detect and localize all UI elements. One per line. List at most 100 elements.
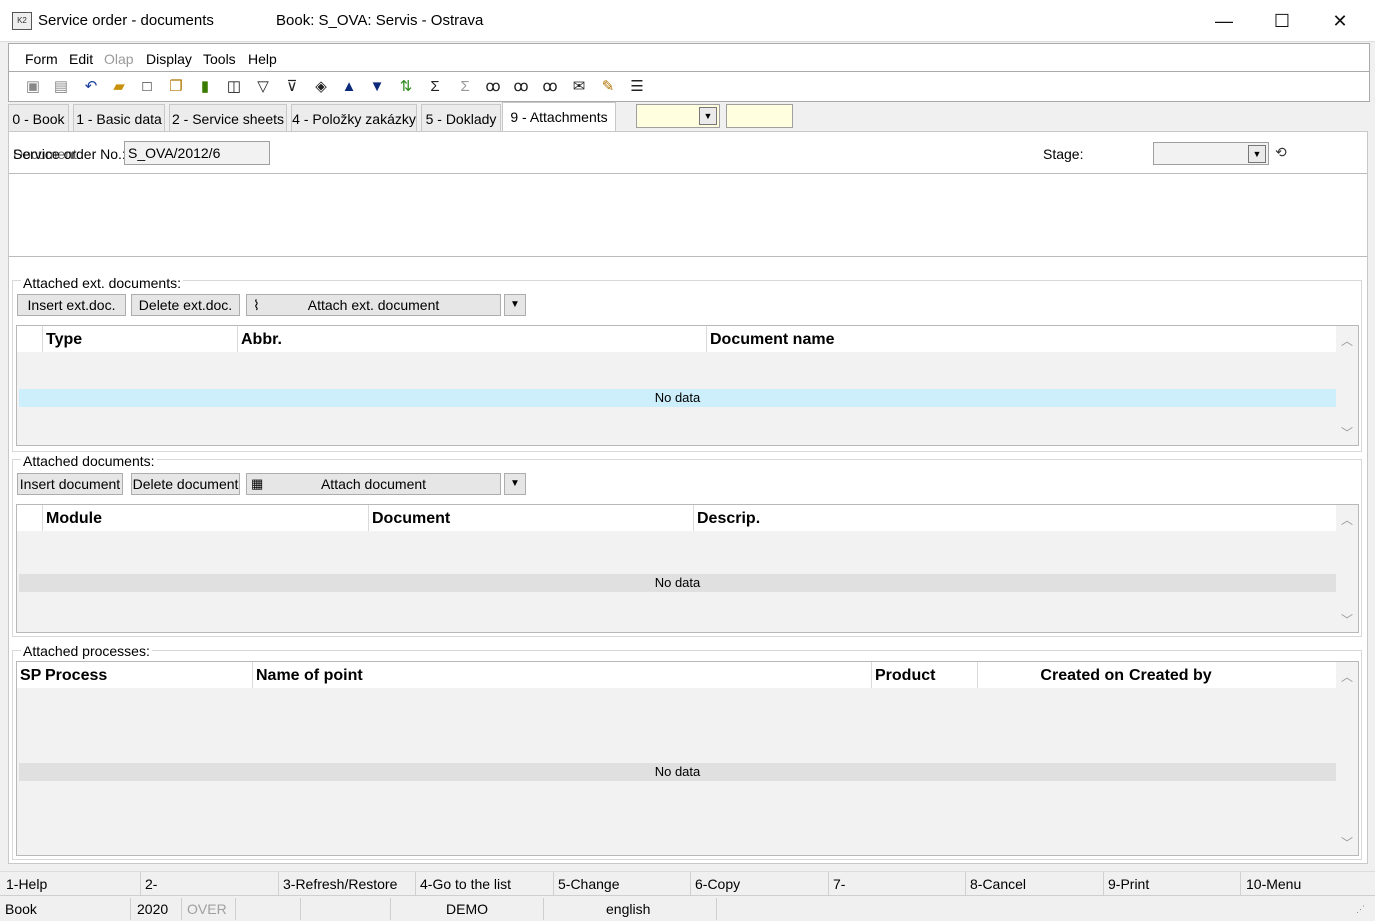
chevron-down-icon: ▼	[510, 299, 520, 310]
find-prev-icon[interactable]: ꝏ	[540, 77, 560, 97]
menu-icon[interactable]: ☰	[627, 77, 647, 97]
tab-polozky-zakazky[interactable]: 4 - Položky zakázky	[291, 104, 417, 132]
no-data-row: No data	[19, 389, 1336, 407]
lock-icon[interactable]: ▮	[195, 77, 215, 97]
period-field[interactable]	[726, 104, 793, 128]
attach-document-button[interactable]: ▦ Attach document	[246, 473, 501, 495]
f1-help[interactable]: 1-Help	[6, 876, 47, 892]
ext-docs-grid[interactable]: Type Abbr. Document name No data ︿ ﹀	[16, 325, 1359, 446]
close-button[interactable]: ✕	[1311, 0, 1369, 42]
tab-attachments[interactable]: 9 - Attachments	[502, 102, 616, 132]
tab-book[interactable]: 0 - Book	[8, 104, 69, 132]
insert-document-button[interactable]: Insert document	[17, 473, 123, 495]
new-document-icon[interactable]: □	[137, 77, 157, 97]
f7[interactable]: 7-	[833, 876, 845, 892]
chevron-down-icon[interactable]: ▼	[699, 107, 717, 125]
column-header[interactable]: Document	[368, 505, 693, 531]
arrow-down-icon[interactable]: ▼	[367, 77, 387, 97]
scroll-down-icon[interactable]: ﹀	[1341, 834, 1353, 851]
period-select[interactable]: ▼	[636, 104, 720, 128]
column-header[interactable]: Product	[871, 662, 977, 688]
find-next-icon[interactable]: ꝏ	[511, 77, 531, 97]
menu-edit[interactable]: Edit	[69, 51, 93, 67]
book-icon[interactable]: ◫	[224, 77, 244, 97]
arrow-up-icon[interactable]: ▲	[339, 77, 359, 97]
document-label-overlay: Document:	[13, 146, 81, 162]
vertical-scrollbar[interactable]: ︿ ﹀	[1336, 662, 1358, 855]
docs-grid[interactable]: Module Document Descrip. No data ︿ ﹀	[16, 504, 1359, 633]
sum-disabled-icon[interactable]: Σ	[455, 77, 475, 97]
document-number-field[interactable]: S_OVA/2012/6	[124, 141, 270, 165]
book-title: Book: S_OVA: Servis - Ostrava	[276, 12, 484, 29]
help-icon[interactable]: ⟲	[1275, 144, 1287, 161]
attach-dropdown-button[interactable]: ▼	[504, 473, 526, 495]
maximize-button[interactable]: ☐	[1253, 0, 1311, 42]
column-header[interactable]: Process	[42, 662, 252, 688]
stack-icon[interactable]: ◈	[311, 77, 331, 97]
undo-icon[interactable]: ↶	[81, 77, 101, 97]
filter-list-icon[interactable]: ⊽	[282, 77, 302, 97]
column-header[interactable]: SP	[17, 662, 42, 688]
minimize-button[interactable]: —	[1195, 0, 1253, 42]
filter-icon[interactable]: ▽	[253, 77, 273, 97]
column-header[interactable]: Descrip.	[693, 505, 1336, 531]
f8-cancel[interactable]: 8-Cancel	[970, 876, 1026, 892]
scroll-down-icon[interactable]: ﹀	[1341, 611, 1353, 628]
save-icon[interactable]: ▣	[23, 77, 43, 97]
column-header[interactable]: Created by	[1126, 662, 1336, 688]
status-module: Book	[5, 901, 37, 917]
f5-change[interactable]: 5-Change	[558, 876, 620, 892]
vertical-scrollbar[interactable]: ︿ ﹀	[1336, 505, 1358, 632]
column-header[interactable]: Name of point	[252, 662, 871, 688]
copy-icon[interactable]: ❐	[166, 77, 186, 97]
f2[interactable]: 2-	[145, 876, 157, 892]
binoculars-icon[interactable]: ꝏ	[483, 77, 503, 97]
tab-doklady[interactable]: 5 - Doklady	[421, 104, 501, 132]
menu-tools[interactable]: Tools	[203, 51, 236, 67]
menu-form[interactable]: Form	[25, 51, 58, 67]
tab-service-sheets[interactable]: 2 - Service sheets	[169, 104, 287, 132]
vertical-scrollbar[interactable]: ︿ ﹀	[1336, 326, 1358, 445]
menu-display[interactable]: Display	[146, 51, 192, 67]
stage-select[interactable]: ▼	[1153, 142, 1269, 165]
sort-icon[interactable]: ⇅	[396, 77, 416, 97]
resize-grip-icon[interactable]: ⋰	[1356, 904, 1365, 915]
chevron-down-icon[interactable]: ▼	[1248, 145, 1266, 163]
f6-copy[interactable]: 6-Copy	[695, 876, 740, 892]
save-all-icon[interactable]: ▤	[51, 77, 71, 97]
mail-icon[interactable]: ✉	[569, 77, 589, 97]
column-header[interactable]: Abbr.	[237, 326, 706, 352]
processes-title: Attached processes:	[21, 643, 152, 659]
edit-note-icon[interactable]: ✎	[598, 77, 618, 97]
tab-basic-data[interactable]: 1 - Basic data	[73, 104, 165, 132]
scroll-up-icon[interactable]: ︿	[1341, 668, 1353, 685]
f10-menu[interactable]: 10-Menu	[1246, 876, 1301, 892]
attach-ext-document-button[interactable]: ⌇ Attach ext. document	[246, 294, 501, 316]
column-header[interactable]: Created on	[977, 662, 1126, 688]
menu-help[interactable]: Help	[248, 51, 277, 67]
insert-ext-doc-button[interactable]: Insert ext.doc.	[17, 294, 126, 316]
grid-header: Type Abbr. Document name	[17, 326, 1336, 352]
divider	[415, 872, 416, 896]
f3-refresh[interactable]: 3-Refresh/Restore	[283, 876, 397, 892]
scroll-up-icon[interactable]: ︿	[1341, 511, 1353, 528]
delete-ext-doc-button[interactable]: Delete ext.doc.	[131, 294, 240, 316]
divider	[690, 872, 691, 896]
divider	[1103, 872, 1104, 896]
column-header[interactable]: Type	[42, 326, 237, 352]
f4-go-to-list[interactable]: 4-Go to the list	[420, 876, 511, 892]
attach-ext-dropdown-button[interactable]: ▼	[504, 294, 526, 316]
scroll-up-icon[interactable]: ︿	[1341, 332, 1353, 349]
f9-print[interactable]: 9-Print	[1108, 876, 1149, 892]
open-folder-icon[interactable]: ▰	[109, 77, 129, 97]
column-header[interactable]: Document name	[706, 326, 1336, 352]
sum-icon[interactable]: Σ	[425, 77, 445, 97]
scroll-down-icon[interactable]: ﹀	[1341, 424, 1353, 441]
column-header[interactable]: Module	[42, 505, 368, 531]
status-lang: english	[606, 901, 651, 917]
divider	[390, 898, 391, 920]
menu-olap[interactable]: Olap	[104, 51, 134, 67]
ext-docs-title: Attached ext. documents:	[21, 275, 183, 291]
delete-document-button[interactable]: Delete document	[131, 473, 240, 495]
processes-grid[interactable]: SP Process Name of point Product Created…	[16, 661, 1359, 856]
